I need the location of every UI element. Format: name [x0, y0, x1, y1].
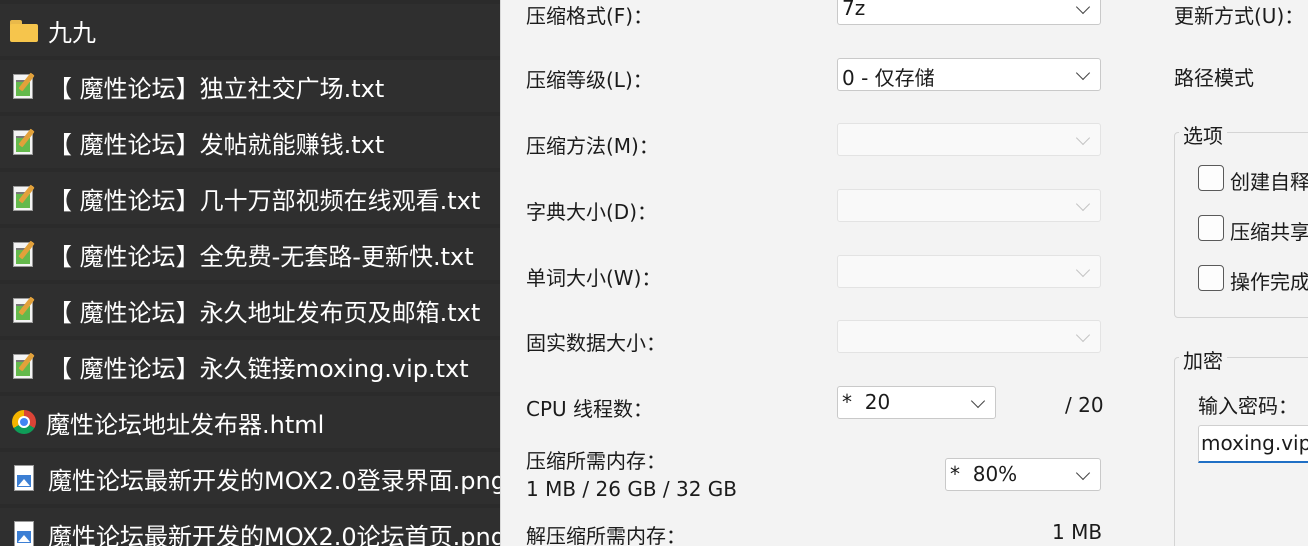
file-name: 【 魔性论坛】几十万部视频在线观看.txt	[48, 186, 481, 215]
memory-usage-detail: 1 MB / 26 GB / 32 GB	[526, 477, 738, 501]
level-select[interactable]: 0 - 仅存储	[837, 58, 1101, 91]
level-label: 压缩等级(L)：	[526, 68, 653, 92]
text-file-icon	[10, 72, 38, 100]
text-file-icon	[10, 240, 38, 268]
password-label: 输入密码：	[1198, 394, 1298, 418]
memory-usage-label: 压缩所需内存：	[526, 449, 666, 473]
file-name: 【 魔性论坛】独立社交广场.txt	[48, 74, 385, 103]
chevron-down-icon	[1075, 130, 1091, 146]
file-name: 魔性论坛地址发布器.html	[46, 410, 325, 439]
shared-files-checkbox[interactable]	[1198, 215, 1224, 241]
chevron-down-icon	[1075, 0, 1091, 15]
list-item[interactable]: 【 魔性论坛】永久链接moxing.vip.txt	[0, 340, 500, 392]
method-select[interactable]	[837, 123, 1101, 156]
image-file-icon	[10, 464, 38, 492]
sfx-checkbox-label: 创建自释	[1230, 170, 1308, 194]
chevron-down-icon	[970, 393, 986, 409]
list-item[interactable]: 【 魔性论坛】全免费-无套路-更新快.txt	[0, 228, 500, 280]
list-item[interactable]: 【 魔性论坛】发帖就能赚钱.txt	[0, 116, 500, 168]
file-name: 魔性论坛最新开发的MOX2.0论坛首页.png	[48, 522, 500, 546]
list-item[interactable]: 魔性论坛地址发布器.html	[0, 396, 500, 448]
decompress-memory-value: 1 MB	[1052, 520, 1103, 544]
file-name: 九九	[48, 18, 96, 47]
chrome-html-icon	[12, 410, 36, 434]
dictionary-label: 字典大小(D)：	[526, 200, 658, 224]
memory-usage-select[interactable]: * 80%	[945, 458, 1101, 491]
solid-block-select[interactable]	[837, 320, 1101, 353]
dictionary-select[interactable]	[837, 189, 1101, 222]
list-item[interactable]: 【 魔性论坛】几十万部视频在线观看.txt	[0, 172, 500, 224]
list-item[interactable]: 【 魔性论坛】永久地址发布页及邮箱.txt	[0, 284, 500, 336]
format-label: 压缩格式(F)：	[526, 4, 654, 28]
image-file-icon	[10, 520, 38, 546]
delete-after-checkbox-label: 操作完成	[1230, 270, 1308, 294]
password-input[interactable]: moxing.vip	[1198, 425, 1308, 463]
chevron-down-icon	[1075, 196, 1091, 212]
word-size-select[interactable]	[837, 255, 1101, 288]
list-item[interactable]: 九九	[0, 4, 500, 56]
cpu-threads-max: / 20	[1065, 393, 1104, 417]
text-file-icon	[10, 184, 38, 212]
cpu-threads-label: CPU 线程数：	[526, 397, 654, 421]
folder-icon	[10, 20, 38, 42]
text-file-icon	[10, 296, 38, 324]
cpu-threads-select[interactable]: * 20	[837, 386, 996, 419]
file-name: 魔性论坛最新开发的MOX2.0登录界面.png	[48, 466, 500, 495]
list-item[interactable]: 【 魔性论坛】独立社交广场.txt	[0, 60, 500, 112]
chevron-down-icon	[1075, 262, 1091, 278]
options-group-title: 选项	[1179, 120, 1227, 149]
shared-files-checkbox-label: 压缩共享	[1230, 220, 1308, 244]
sfx-checkbox[interactable]	[1198, 165, 1224, 191]
chevron-down-icon	[1075, 465, 1091, 481]
archive-settings-dialog: 压缩格式(F)： 7z 压缩等级(L)： 0 - 仅存储 压缩方法(M)： 字典…	[500, 0, 1308, 546]
chevron-down-icon	[1075, 327, 1091, 343]
file-name: 【 魔性论坛】全免费-无套路-更新快.txt	[48, 242, 474, 271]
chevron-down-icon	[1075, 65, 1091, 81]
encryption-group-title: 加密	[1179, 345, 1227, 374]
method-label: 压缩方法(M)：	[526, 134, 659, 158]
format-select[interactable]: 7z	[837, 0, 1101, 25]
text-file-icon	[10, 128, 38, 156]
file-list[interactable]: 九九 【 魔性论坛】独立社交广场.txt 【 魔性论坛】发帖就能赚钱.txt 【…	[0, 0, 500, 546]
update-mode-label: 更新方式(U)：	[1174, 4, 1305, 28]
word-size-label: 单词大小(W)：	[526, 266, 662, 290]
text-file-icon	[10, 352, 38, 380]
file-name: 【 魔性论坛】永久链接moxing.vip.txt	[48, 354, 469, 383]
list-item[interactable]: 魔性论坛最新开发的MOX2.0论坛首页.png	[0, 508, 500, 546]
path-mode-label: 路径模式	[1174, 66, 1254, 90]
solid-block-label: 固实数据大小：	[526, 331, 666, 355]
file-name: 【 魔性论坛】发帖就能赚钱.txt	[48, 130, 385, 159]
file-name: 【 魔性论坛】永久地址发布页及邮箱.txt	[48, 298, 481, 327]
delete-after-checkbox[interactable]	[1198, 265, 1224, 291]
decompress-memory-label: 解压缩所需内存：	[526, 524, 686, 546]
list-item[interactable]: 魔性论坛最新开发的MOX2.0登录界面.png	[0, 452, 500, 504]
